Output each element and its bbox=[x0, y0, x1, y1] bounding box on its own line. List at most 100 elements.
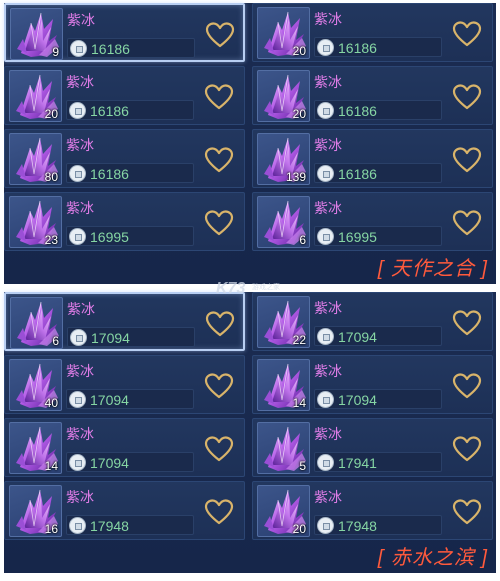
item-card[interactable]: 80 紫冰 16186 bbox=[4, 129, 245, 188]
item-count: 20 bbox=[292, 44, 306, 58]
silver-coin-icon bbox=[69, 102, 86, 119]
item-card[interactable]: 16 紫冰 17948 bbox=[4, 481, 245, 540]
item-price: 16995 bbox=[338, 229, 377, 245]
item-name: 紫冰 bbox=[67, 301, 95, 317]
item-thumbnail: 6 bbox=[257, 196, 310, 248]
market-panel-chishuizhibin: 6 紫冰 17094 22 紫冰 17094 40 紫冰 17094 14 紫冰… bbox=[4, 292, 496, 573]
favorite-button[interactable] bbox=[452, 146, 482, 174]
favorite-button[interactable] bbox=[452, 309, 482, 337]
silver-coin-icon bbox=[69, 228, 86, 245]
silver-coin-icon bbox=[69, 165, 86, 182]
item-name: 紫冰 bbox=[66, 489, 94, 505]
item-name: 紫冰 bbox=[67, 12, 95, 28]
item-name: 紫冰 bbox=[66, 137, 94, 153]
item-card[interactable]: 6 紫冰 17094 bbox=[4, 292, 245, 351]
favorite-button[interactable] bbox=[204, 435, 234, 463]
silver-coin-icon bbox=[317, 517, 334, 534]
item-card[interactable]: 22 紫冰 17094 bbox=[252, 292, 493, 351]
item-count: 20 bbox=[44, 107, 58, 121]
silver-coin-icon bbox=[317, 165, 334, 182]
item-thumbnail: 40 bbox=[9, 359, 62, 411]
price-box: 16186 bbox=[66, 100, 194, 120]
item-thumbnail: 5 bbox=[257, 422, 310, 474]
silver-coin-icon bbox=[317, 228, 334, 245]
item-card[interactable]: 139 紫冰 16186 bbox=[252, 129, 493, 188]
item-price: 17094 bbox=[90, 455, 129, 471]
favorite-button[interactable] bbox=[205, 21, 235, 49]
item-name: 紫冰 bbox=[314, 11, 342, 27]
heart-outline-icon bbox=[452, 373, 482, 399]
item-thumbnail: 6 bbox=[10, 297, 63, 349]
item-thumbnail: 16 bbox=[9, 485, 62, 537]
item-count: 40 bbox=[44, 396, 58, 410]
item-card[interactable]: 20 紫冰 16186 bbox=[252, 3, 493, 62]
heart-outline-icon bbox=[452, 499, 482, 525]
item-count: 14 bbox=[44, 459, 58, 473]
item-name: 紫冰 bbox=[314, 300, 342, 316]
item-name: 紫冰 bbox=[66, 363, 94, 379]
item-thumbnail: 22 bbox=[257, 296, 310, 348]
item-price: 17941 bbox=[338, 455, 377, 471]
item-card[interactable]: 20 紫冰 16186 bbox=[252, 66, 493, 125]
item-count: 139 bbox=[285, 170, 306, 184]
item-card[interactable]: 20 紫冰 16186 bbox=[4, 66, 245, 125]
item-card[interactable]: 5 紫冰 17941 bbox=[252, 418, 493, 477]
favorite-button[interactable] bbox=[452, 435, 482, 463]
price-box: 17948 bbox=[314, 515, 442, 535]
market-panel-tianzuozhihe: 9 紫冰 16186 20 紫冰 16186 20 紫冰 16186 20 紫冰… bbox=[4, 3, 496, 284]
price-box: 16186 bbox=[314, 100, 442, 120]
item-count: 20 bbox=[292, 522, 306, 536]
favorite-button[interactable] bbox=[205, 310, 235, 338]
heart-outline-icon bbox=[452, 436, 482, 462]
item-price: 17948 bbox=[338, 518, 377, 534]
price-box: 17941 bbox=[314, 452, 442, 472]
price-box: 16186 bbox=[314, 163, 442, 183]
favorite-button[interactable] bbox=[452, 372, 482, 400]
favorite-button[interactable] bbox=[204, 146, 234, 174]
heart-outline-icon bbox=[204, 84, 234, 110]
favorite-button[interactable] bbox=[452, 498, 482, 526]
favorite-button[interactable] bbox=[452, 209, 482, 237]
item-thumbnail: 139 bbox=[257, 133, 310, 185]
item-card[interactable]: 14 紫冰 17094 bbox=[4, 418, 245, 477]
favorite-button[interactable] bbox=[204, 83, 234, 111]
silver-coin-icon bbox=[69, 517, 86, 534]
silver-coin-icon bbox=[317, 102, 334, 119]
favorite-button[interactable] bbox=[204, 498, 234, 526]
heart-outline-icon bbox=[205, 311, 235, 337]
item-count: 6 bbox=[299, 233, 306, 247]
item-card[interactable]: 20 紫冰 17948 bbox=[252, 481, 493, 540]
item-name: 紫冰 bbox=[314, 426, 342, 442]
item-count: 20 bbox=[292, 107, 306, 121]
item-price: 16186 bbox=[90, 103, 129, 119]
silver-coin-icon bbox=[69, 391, 86, 408]
heart-outline-icon bbox=[452, 210, 482, 236]
favorite-button[interactable] bbox=[452, 83, 482, 111]
item-price: 17094 bbox=[338, 329, 377, 345]
item-card[interactable]: 14 紫冰 17094 bbox=[252, 355, 493, 414]
server-caption: [ 赤水之滨 ] bbox=[377, 547, 488, 569]
heart-outline-icon bbox=[204, 499, 234, 525]
item-card[interactable]: 9 紫冰 16186 bbox=[4, 3, 245, 62]
favorite-button[interactable] bbox=[204, 209, 234, 237]
silver-coin-icon bbox=[70, 329, 87, 346]
favorite-button[interactable] bbox=[452, 20, 482, 48]
heart-outline-icon bbox=[205, 22, 235, 48]
item-grid: 9 紫冰 16186 20 紫冰 16186 20 紫冰 16186 20 紫冰… bbox=[4, 3, 496, 251]
heart-outline-icon bbox=[204, 373, 234, 399]
item-count: 6 bbox=[52, 334, 59, 348]
item-thumbnail: 20 bbox=[257, 70, 310, 122]
item-count: 14 bbox=[292, 396, 306, 410]
item-price: 16186 bbox=[338, 166, 377, 182]
item-thumbnail: 20 bbox=[257, 485, 310, 537]
favorite-button[interactable] bbox=[204, 372, 234, 400]
price-box: 17094 bbox=[314, 389, 442, 409]
price-box: 17094 bbox=[66, 389, 194, 409]
item-card[interactable]: 40 紫冰 17094 bbox=[4, 355, 245, 414]
item-count: 9 bbox=[52, 45, 59, 59]
price-box: 17094 bbox=[314, 326, 442, 346]
item-card[interactable]: 6 紫冰 16995 bbox=[252, 192, 493, 251]
item-count: 5 bbox=[299, 459, 306, 473]
item-card[interactable]: 23 紫冰 16995 bbox=[4, 192, 245, 251]
price-box: 16995 bbox=[66, 226, 194, 246]
